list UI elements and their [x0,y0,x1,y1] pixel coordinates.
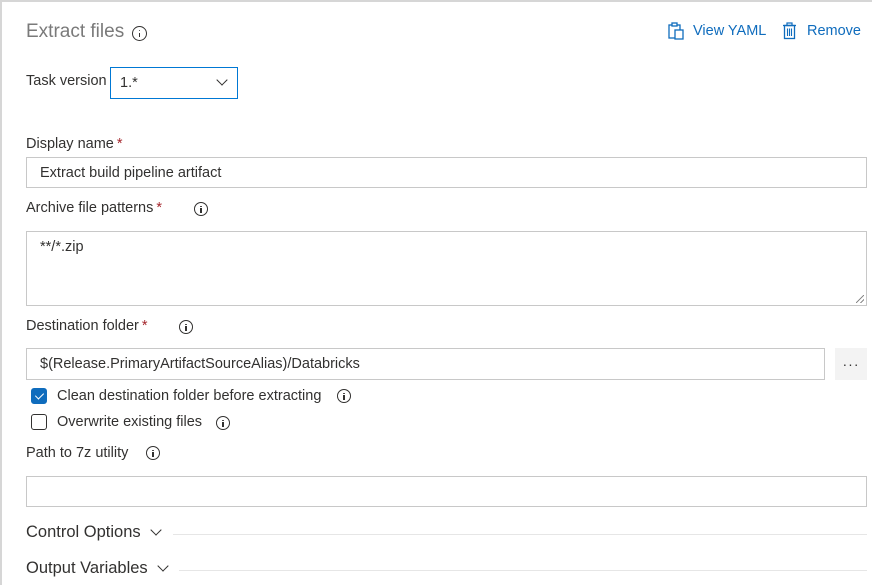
chevron-down-icon [216,74,228,86]
resize-handle-icon[interactable] [856,295,864,303]
control-options-title: Control Options [26,523,141,541]
destination-folder-label-text: Destination folder [26,318,139,334]
task-version-select[interactable]: 1.* [110,67,238,99]
clean-destination-checkbox[interactable] [31,388,47,404]
browse-folder-button[interactable]: ··· [835,348,867,380]
required-marker: * [141,318,148,334]
trash-icon [783,22,796,40]
output-variables-title: Output Variables [26,559,148,577]
view-yaml-label: View YAML [693,23,767,39]
info-icon[interactable] [337,389,351,403]
section-divider [179,570,867,571]
output-variables-section[interactable]: Output Variables [26,559,170,578]
display-name-label: Display name * [26,136,123,152]
clean-destination-label: Clean destination folder before extracti… [57,388,322,404]
view-yaml-button[interactable]: View YAML [668,22,766,40]
info-icon[interactable] [194,202,208,216]
info-icon[interactable] [216,416,230,430]
destination-folder-value: $(Release.PrimaryArtifactSourceAlias)/Da… [40,356,360,372]
archive-patterns-textarea[interactable]: **/*.zip [26,231,867,306]
info-icon[interactable] [132,26,147,41]
display-name-label-text: Display name [26,136,114,152]
required-marker: * [116,136,123,152]
destination-folder-input[interactable]: $(Release.PrimaryArtifactSourceAlias)/Da… [26,348,825,380]
chevron-down-icon [156,559,170,576]
control-options-section[interactable]: Control Options [26,523,163,542]
destination-folder-label: Destination folder * [26,318,148,334]
task-version-value: 1.* [120,75,138,91]
overwrite-existing-checkbox[interactable] [31,414,47,430]
archive-patterns-label-text: Archive file patterns [26,200,154,216]
info-icon[interactable] [146,446,160,460]
more-icon: ··· [842,356,860,372]
archive-patterns-value: **/*.zip [40,239,84,255]
overwrite-existing-label: Overwrite existing files [57,414,203,430]
seven-zip-path-label: Path to 7z utility [26,445,129,461]
overwrite-existing-option[interactable]: Overwrite existing files [31,414,202,430]
archive-patterns-label: Archive file patterns * [26,200,162,216]
clipboard-icon [668,22,684,40]
display-name-value: Extract build pipeline artifact [40,164,222,181]
required-marker: * [156,200,162,216]
chevron-down-icon [149,523,163,540]
remove-button[interactable]: Remove [782,22,861,40]
display-name-input[interactable]: Extract build pipeline artifact [26,157,867,188]
seven-zip-path-input[interactable] [26,476,867,507]
page-title: Extract files [26,21,125,42]
remove-label: Remove [807,23,861,39]
section-divider [173,534,867,535]
task-version-label: Task version [26,73,107,89]
clean-destination-option[interactable]: Clean destination folder before extracti… [31,388,321,404]
info-icon[interactable] [179,320,193,334]
